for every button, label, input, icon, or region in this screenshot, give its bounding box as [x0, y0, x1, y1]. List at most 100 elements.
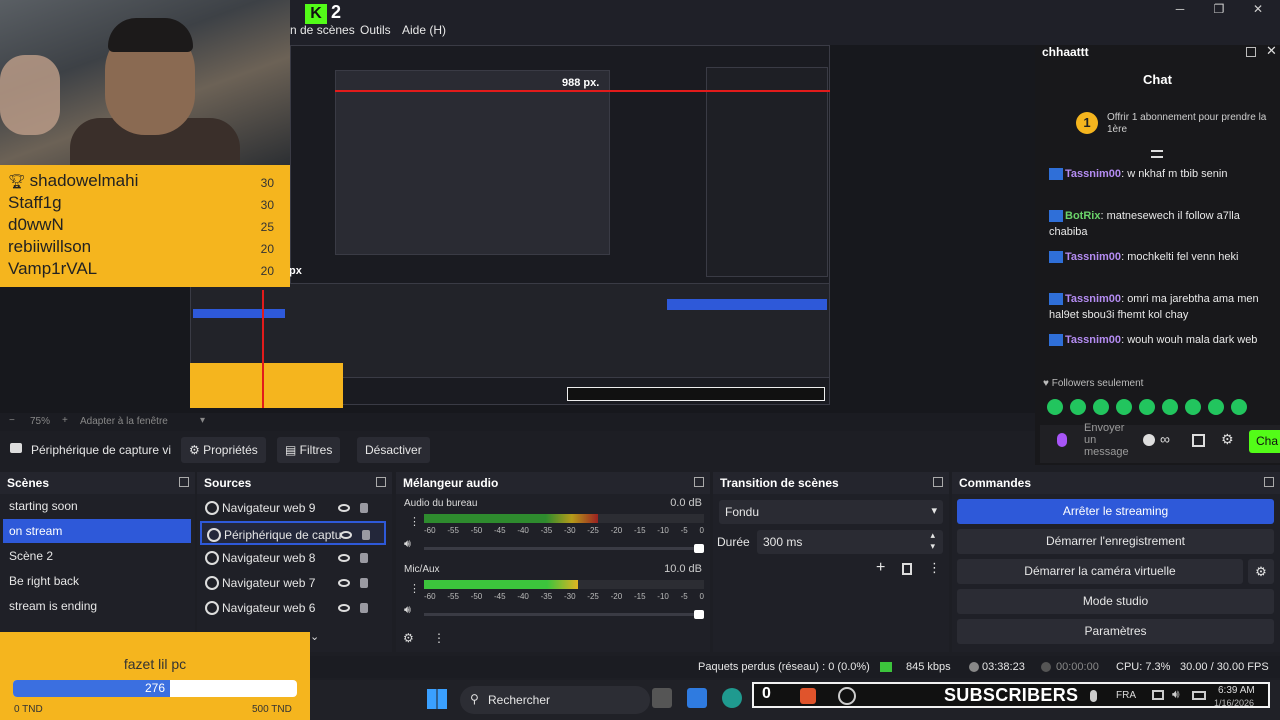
slider-knob[interactable]	[694, 544, 704, 553]
mixer-menu-icon[interactable]: ⋮	[433, 631, 445, 645]
emote-icon[interactable]	[1116, 399, 1132, 415]
gift-sub-text[interactable]: Offrir 1 abonnement pour prendre la 1ère	[1107, 112, 1267, 136]
minimize-icon[interactable]: ─	[1168, 2, 1192, 16]
track-menu-icon[interactable]: ⋮	[409, 582, 420, 595]
scene-item[interactable]: Scène 2	[3, 544, 191, 568]
emote-icon[interactable]	[1231, 399, 1247, 415]
slider-knob[interactable]	[694, 610, 704, 619]
volume-tray-icon[interactable]: 🔊︎	[1172, 687, 1180, 702]
dock-undock-icon[interactable]	[179, 477, 189, 487]
visibility-eye-icon[interactable]	[338, 554, 350, 562]
dock-undock-icon[interactable]	[694, 477, 704, 487]
clock-time[interactable]: 6:39 AM	[1218, 685, 1255, 696]
menu-tools[interactable]: Outils	[360, 23, 391, 37]
mic-icon[interactable]	[1057, 433, 1067, 447]
duration-input[interactable]: 300 ms ▴ ▾	[757, 530, 943, 554]
chat-header: Chat	[1143, 72, 1172, 87]
scene-item[interactable]: stream is ending	[3, 594, 191, 618]
maximize-icon[interactable]: ❐	[1207, 2, 1231, 16]
vscode-icon[interactable]	[687, 688, 707, 708]
zoom-level[interactable]: 75%	[30, 416, 50, 427]
source-item-active[interactable]: Périphérique de captu	[200, 521, 386, 545]
emote-icon[interactable]	[1139, 399, 1155, 415]
source-item[interactable]: Navigateur web 8	[200, 546, 386, 570]
virtual-camera-settings-icon[interactable]: ⚙	[1248, 559, 1274, 584]
zoom-dropdown-icon[interactable]: ▾	[200, 415, 205, 426]
visibility-eye-icon[interactable]	[338, 604, 350, 612]
infinity-icon[interactable]: ∞	[1160, 431, 1170, 447]
taskbar-search[interactable]: ⚲ Rechercher	[460, 686, 650, 714]
add-transition-icon[interactable]: +	[876, 559, 885, 577]
properties-button[interactable]: ⚙ Propriétés	[181, 437, 266, 463]
start-virtual-camera-button[interactable]: Démarrer la caméra virtuelle	[957, 559, 1243, 584]
lock-icon[interactable]	[360, 503, 368, 513]
chat-popout-icon[interactable]	[1246, 47, 1256, 57]
chat-close-icon[interactable]: ✕	[1266, 43, 1277, 59]
lock-icon[interactable]	[360, 603, 368, 613]
zoom-fit-option[interactable]: Adapter à la fenêtre	[80, 416, 168, 427]
dock-undock-icon[interactable]	[1264, 477, 1274, 487]
zoom-in-button[interactable]: +	[62, 415, 68, 426]
menu-help[interactable]: Aide (H)	[402, 23, 446, 37]
scene-item[interactable]: starting soon	[3, 494, 191, 518]
scene-item[interactable]: Be right back	[3, 569, 191, 593]
zoom-out-button[interactable]: −	[9, 415, 15, 426]
chat-badge-icon	[1049, 334, 1063, 347]
meter-scale: -60 -55 -50 -45 -40 -35 -30 -25 -20 -15 -10 -5 0	[424, 526, 704, 535]
emote-icon[interactable]	[1185, 399, 1201, 415]
mic-tray-icon[interactable]	[1090, 690, 1097, 702]
language-indicator[interactable]: FRA	[1116, 690, 1136, 701]
stop-streaming-button[interactable]: Arrêter le streaming	[957, 499, 1274, 524]
transition-select[interactable]: Fondu ▾	[719, 500, 943, 524]
gift-count-badge[interactable]: 1	[1076, 112, 1098, 134]
stepper-arrows-icon[interactable]: ▴ ▾	[930, 530, 935, 552]
emoji-icon[interactable]	[1143, 434, 1155, 446]
start-recording-button[interactable]: Démarrer l'enregistrement	[957, 529, 1274, 554]
brave-icon[interactable]	[800, 688, 816, 704]
menu-scene-collection[interactable]: n de scènes	[290, 23, 355, 37]
visibility-eye-icon[interactable]	[338, 579, 350, 587]
volume-slider[interactable]	[424, 544, 704, 553]
speaker-icon[interactable]: 🔊︎	[404, 604, 411, 617]
lock-icon[interactable]	[360, 578, 368, 588]
source-item[interactable]: Navigateur web 7	[200, 571, 386, 595]
close-icon[interactable]: ✕	[1246, 2, 1270, 16]
emote-icon[interactable]	[1047, 399, 1063, 415]
edge-icon[interactable]	[722, 688, 742, 708]
visibility-eye-icon[interactable]	[340, 531, 352, 539]
filters-button[interactable]: ▤ Filtres	[277, 437, 341, 463]
obs-icon[interactable]	[838, 687, 856, 705]
track-menu-icon[interactable]: ⋮	[409, 515, 420, 528]
volume-slider[interactable]	[424, 610, 704, 619]
scene-item-active[interactable]: on stream	[3, 519, 191, 543]
chat-input[interactable]: Envoyer un message	[1084, 422, 1134, 458]
dock-undock-icon[interactable]	[376, 477, 386, 487]
emote-icon[interactable]	[1208, 399, 1224, 415]
mixer-settings-icon[interactable]: ⚙	[403, 631, 414, 645]
transition-menu-icon[interactable]: ⋮	[928, 560, 941, 576]
clock-date[interactable]: 1/16/2026	[1214, 698, 1254, 708]
studio-mode-button[interactable]: Mode studio	[957, 589, 1274, 614]
source-item[interactable]: Navigateur web 9	[200, 496, 386, 520]
store-icon[interactable]	[1192, 434, 1205, 447]
dock-undock-icon[interactable]	[933, 477, 943, 487]
remove-transition-icon[interactable]	[902, 563, 912, 575]
lock-icon[interactable]	[360, 553, 368, 563]
battery-icon[interactable]	[1192, 691, 1206, 700]
chat-menu-icon[interactable]	[1151, 150, 1163, 158]
chevron-down-icon[interactable]: ⌄	[310, 630, 319, 643]
settings-gear-icon[interactable]: ⚙	[1221, 431, 1234, 448]
emote-icon[interactable]	[1162, 399, 1178, 415]
emote-icon[interactable]	[1093, 399, 1109, 415]
task-view-icon[interactable]	[652, 688, 672, 708]
settings-button[interactable]: Paramètres	[957, 619, 1274, 644]
chat-send-button[interactable]: Cha	[1249, 430, 1280, 453]
visibility-eye-icon[interactable]	[338, 504, 350, 512]
deactivate-button[interactable]: Désactiver	[357, 437, 430, 463]
emote-icon[interactable]	[1070, 399, 1086, 415]
windows-start-icon[interactable]	[427, 689, 447, 709]
source-item[interactable]: Navigateur web 6	[200, 596, 386, 620]
lock-icon[interactable]	[362, 530, 370, 540]
network-icon[interactable]	[1152, 690, 1164, 700]
speaker-icon[interactable]: 🔊︎	[404, 538, 411, 551]
